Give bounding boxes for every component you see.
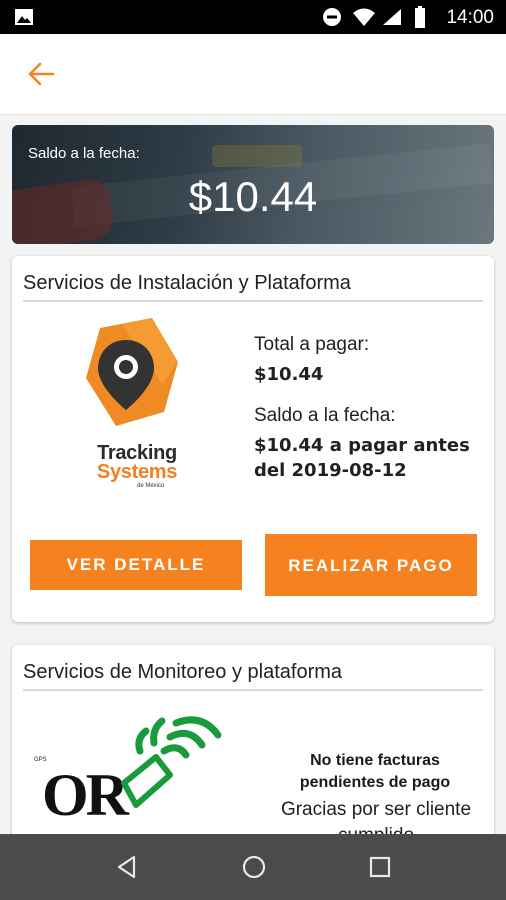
total-label: Total a pagar: <box>254 334 370 355</box>
do-not-disturb-icon <box>323 8 341 26</box>
installation-services-card: Servicios de Instalación y Plataforma Tr… <box>12 256 494 622</box>
back-arrow-icon[interactable] <box>26 60 56 88</box>
no-pending-invoices-text: No tiene facturas pendientes de pago <box>299 752 451 791</box>
ord-logo: GPS OR <box>32 716 232 828</box>
signal-icon <box>383 9 401 25</box>
total-value: $10.44 <box>254 364 324 385</box>
tracking-systems-logo: Tracking Systems de México <box>72 314 192 494</box>
divider <box>23 300 483 302</box>
navigation-bar <box>0 834 506 900</box>
location-pin-icon <box>86 318 178 426</box>
view-detail-button[interactable]: VER DETALLE <box>30 540 242 590</box>
back-triangle-icon[interactable] <box>114 854 140 880</box>
logo-text: Systems <box>96 461 178 483</box>
monitoring-services-card: Servicios de Monitoreo y plataforma GPS … <box>12 645 494 834</box>
image-icon <box>15 9 33 25</box>
wifi-icon <box>353 8 375 26</box>
make-payment-button[interactable]: REALIZAR PAGO <box>265 534 477 596</box>
clock: 14:00 <box>446 7 494 28</box>
logo-text: OR <box>42 762 129 828</box>
satellite-signal-icon <box>121 716 222 808</box>
status-bar: 14:00 <box>0 0 506 34</box>
logo-text: de México <box>137 483 165 489</box>
recents-square-icon[interactable] <box>367 854 393 880</box>
balance-banner: Saldo a la fecha: $10.44 <box>12 125 494 244</box>
divider <box>23 689 483 691</box>
card-title: Servicios de Instalación y Plataforma <box>23 272 351 294</box>
balance-date-value: $10.44 a pagar antes del 2019-08-12 <box>254 435 470 481</box>
balance-label: Saldo a la fecha: <box>28 145 140 162</box>
content-area[interactable]: Saldo a la fecha: $10.44 Servicios de In… <box>0 115 506 834</box>
thanks-text: Gracias por ser cliente cumplido <box>280 799 472 834</box>
app-bar <box>0 34 506 115</box>
balance-amount: $10.44 <box>188 173 318 220</box>
card-title: Servicios de Monitoreo y plataforma <box>23 661 343 683</box>
battery-icon <box>415 6 425 28</box>
card-decoration <box>212 145 302 167</box>
balance-date-label: Saldo a la fecha: <box>254 405 396 426</box>
home-circle-icon[interactable] <box>241 854 267 880</box>
